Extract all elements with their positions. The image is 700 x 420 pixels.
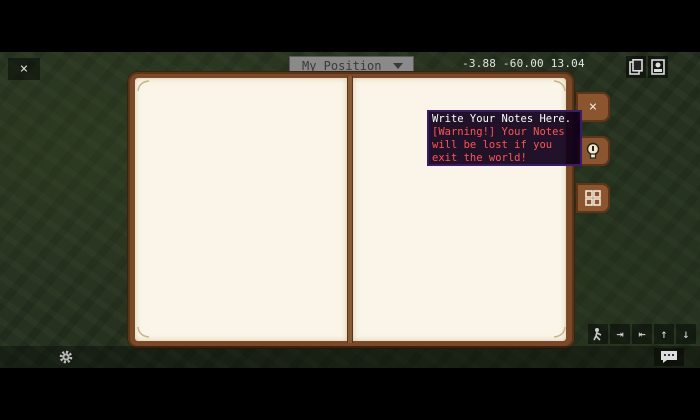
notes-page-left[interactable] — [135, 78, 347, 341]
page-corner-ornament — [137, 80, 150, 92]
grid-icon — [585, 190, 601, 206]
sneak-icon — [593, 328, 602, 341]
copy-button[interactable] — [626, 56, 646, 78]
close-icon: × — [588, 99, 598, 115]
tab-right-button[interactable]: ⇥ — [610, 324, 630, 344]
hud-close-button[interactable]: × — [8, 58, 40, 80]
position-select-value: My Position — [302, 59, 382, 73]
move-up-button[interactable]: ↑ — [654, 324, 674, 344]
copy-icon — [629, 59, 643, 75]
arrow-down-icon: ↓ — [682, 327, 690, 341]
bottom-toolbar — [0, 346, 700, 368]
sneak-button[interactable] — [588, 324, 608, 344]
move-down-button[interactable]: ↓ — [676, 324, 696, 344]
tooltip-instruction: Write Your Notes Here. — [432, 113, 572, 125]
tab-right-icon: ⇥ — [616, 327, 624, 341]
page-corner-ornament — [553, 326, 566, 338]
notes-tooltip: Write Your Notes Here. [Warning!] Your N… — [427, 110, 582, 166]
page-corner-ornament — [137, 326, 150, 338]
chat-icon — [661, 351, 677, 363]
profile-button[interactable] — [648, 56, 668, 78]
gear-icon — [59, 350, 73, 364]
profile-icon — [651, 59, 665, 75]
notes-menu-button[interactable] — [576, 183, 610, 213]
lightbulb-icon — [586, 142, 600, 159]
chevron-down-icon — [393, 63, 403, 69]
tooltip-warning: [Warning!] Your Notes will be lost if yo… — [432, 126, 565, 164]
chat-button[interactable] — [654, 348, 684, 366]
tab-left-icon: ⇤ — [638, 327, 646, 341]
coordinates-readout: -3.88 -60.00 13.04 — [462, 57, 585, 70]
arrow-up-icon: ↑ — [660, 327, 668, 341]
close-icon: × — [19, 61, 29, 77]
settings-button[interactable] — [56, 348, 76, 366]
page-corner-ornament — [553, 80, 566, 92]
game-viewport: × My Position -3.88 -60.00 13.04 × Write… — [0, 52, 700, 368]
tab-left-button[interactable]: ⇤ — [632, 324, 652, 344]
